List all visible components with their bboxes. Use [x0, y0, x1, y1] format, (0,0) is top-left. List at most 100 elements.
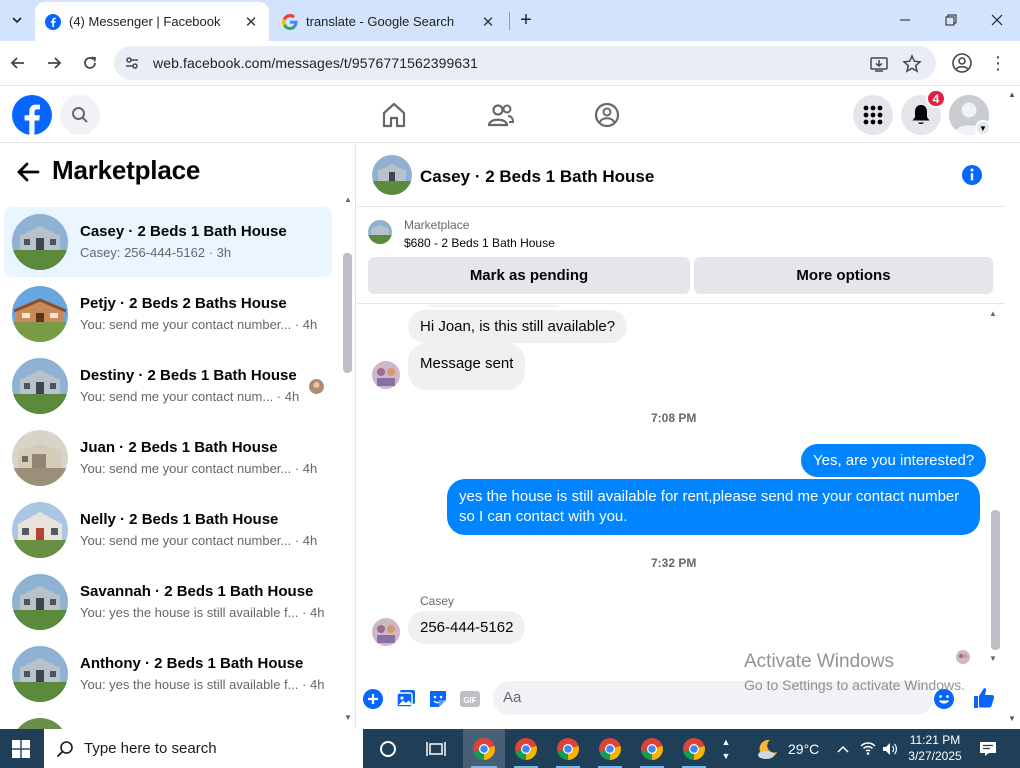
marketplace-conversations-panel: Marketplace Casey · 2 Beds 1 Bath House … [0, 143, 356, 729]
taskbar-search-box[interactable]: Type here to search [44, 729, 363, 768]
conversation-item[interactable]: Anthony · 2 Beds 1 Bath House You: yes t… [4, 639, 332, 709]
photo-gallery-icon[interactable] [395, 688, 417, 710]
sender-name: Casey [420, 594, 455, 608]
conversation-item[interactable]: Petjy · 2 Beds 2 Baths House You: send m… [4, 279, 332, 349]
network-icon[interactable] [858, 729, 878, 768]
conversation-item[interactable]: Nelly · 2 Beds 1 Bath House You: send me… [4, 495, 332, 565]
back-icon[interactable] [6, 51, 30, 75]
conversation-preview: Casey: 256-444-5162 · 3h [80, 245, 232, 260]
minimize-icon[interactable] [882, 0, 928, 40]
conversation-name: Nelly · 2 Beds 1 Bath House [80, 511, 279, 528]
notification-badge: 4 [926, 89, 946, 108]
gif-icon[interactable]: GIF [459, 688, 481, 710]
info-icon[interactable] [961, 164, 983, 186]
sticker-icon[interactable] [427, 688, 449, 710]
browser-menu-icon[interactable]: ⋮ [986, 51, 1010, 75]
page-scroll-down-icon[interactable]: ▼ [1008, 714, 1016, 723]
browser-profile-icon[interactable] [951, 52, 973, 74]
conversation-preview: You: send me your contact number... · 4h [80, 533, 318, 548]
chrome-taskbar-icon[interactable] [674, 729, 714, 768]
taskbar-overflow-chevrons-icon[interactable]: ▲ ▼ [718, 729, 734, 768]
groups-icon[interactable] [593, 101, 621, 129]
scroll-down-arrow-icon[interactable]: ▼ [344, 713, 352, 722]
cortana-icon[interactable] [368, 729, 408, 768]
message-composer: GIF [357, 680, 1005, 720]
close-tab-icon[interactable]: ✕ [241, 12, 261, 32]
more-options-button[interactable]: More options [694, 257, 993, 294]
address-bar[interactable]: web.facebook.com/messages/t/957677156239… [114, 46, 936, 80]
conversation-name: Casey · 2 Beds 1 Bath House [80, 223, 287, 240]
message-text-field[interactable] [503, 689, 903, 706]
windows-logo-icon [12, 739, 30, 758]
chrome-taskbar-icon[interactable] [548, 729, 588, 768]
house-thumbnail [12, 646, 68, 702]
tab-google-search[interactable]: translate - Google Search ✕ [272, 2, 506, 41]
search-icon [56, 741, 73, 758]
conversation-name: Petjy · 2 Beds 2 Baths House [80, 295, 287, 312]
close-tab-icon[interactable]: ✕ [478, 12, 498, 32]
menu-grid-button[interactable] [853, 95, 893, 135]
action-center-icon[interactable] [976, 729, 1000, 768]
outgoing-message: yes the house is still available for ren… [447, 479, 980, 535]
incoming-message: Hi Joan, is this still available? [408, 310, 628, 343]
chat-avatar[interactable] [372, 155, 412, 195]
search-icon [72, 107, 88, 123]
taskbar-search-placeholder: Type here to search [84, 740, 217, 757]
conversation-item[interactable]: Savannah · 2 Beds 1 Bath House You: yes … [4, 567, 332, 637]
conversation-item[interactable]: Juan · 2 Beds 1 Bath House You: send me … [4, 423, 332, 493]
reload-icon[interactable] [78, 51, 102, 75]
chrome-taskbar-icon[interactable] [590, 729, 630, 768]
grid-icon [863, 105, 883, 125]
tab-messenger[interactable]: (4) Messenger | Facebook ✕ [35, 2, 269, 41]
message-scrollbar-thumb[interactable] [991, 510, 1000, 650]
chrome-taskbar-icon[interactable] [632, 729, 672, 768]
volume-icon[interactable] [880, 729, 900, 768]
restore-icon[interactable] [928, 0, 974, 40]
outgoing-message: Yes, are you interested? [801, 444, 987, 477]
close-window-icon[interactable] [974, 0, 1020, 40]
clock-date: 3/27/2025 [908, 749, 962, 763]
forward-icon[interactable] [42, 51, 66, 75]
chrome-taskbar-icon[interactable] [463, 729, 505, 768]
conversation-item[interactable]: Destiny · 2 Beds 1 Bath House You: send … [4, 351, 332, 421]
sender-avatar[interactable] [372, 361, 400, 389]
back-arrow-icon[interactable] [14, 158, 42, 186]
tab-separator [509, 12, 510, 30]
timestamp: 7:32 PM [651, 556, 697, 570]
partial-message-bubble [417, 305, 569, 307]
sender-avatar[interactable] [372, 618, 400, 646]
listing-thumbnail[interactable] [368, 220, 392, 244]
site-info-icon[interactable] [124, 55, 140, 71]
scroll-up-arrow-icon[interactable]: ▲ [989, 309, 997, 318]
facebook-search-button[interactable] [60, 95, 100, 135]
windows-start-button[interactable] [0, 729, 42, 768]
weather-widget[interactable]: 29°C [756, 729, 819, 768]
listing-price-title[interactable]: $680 - 2 Beds 1 Bath House [404, 236, 555, 250]
home-icon[interactable] [380, 101, 408, 129]
house-thumbnail [12, 286, 68, 342]
windows-taskbar: Type here to search ▲ ▼ 29°C 11:21 PM 3/… [0, 729, 1020, 768]
left-scrollbar-thumb[interactable] [343, 253, 352, 373]
scroll-up-arrow-icon[interactable]: ▲ [344, 195, 352, 204]
moon-cloud-icon [758, 739, 777, 759]
friends-icon[interactable] [487, 101, 515, 129]
scroll-down-arrow-icon[interactable]: ▼ [989, 654, 997, 663]
page-scroll-up-icon[interactable]: ▲ [1008, 90, 1016, 99]
thumbs-up-icon[interactable] [972, 686, 996, 710]
new-tab-icon[interactable]: + [514, 8, 538, 32]
mark-as-pending-button[interactable]: Mark as pending [368, 257, 690, 294]
system-clock[interactable]: 11:21 PM 3/27/2025 [902, 732, 968, 764]
chat-title[interactable]: Casey · 2 Beds 1 Bath House [420, 167, 654, 187]
show-hidden-icons-icon[interactable] [834, 729, 852, 768]
tab-search-icon[interactable] [5, 8, 29, 32]
plus-circle-icon[interactable] [362, 688, 384, 710]
task-view-icon[interactable] [416, 729, 456, 768]
message-input[interactable] [493, 681, 933, 715]
chrome-taskbar-icon[interactable] [506, 729, 546, 768]
chevron-down-icon[interactable]: ▼ [975, 120, 991, 136]
conversation-item[interactable]: Casey · 2 Beds 1 Bath House Casey: 256-4… [4, 207, 332, 277]
facebook-logo[interactable] [12, 95, 52, 135]
emoji-icon[interactable] [933, 688, 955, 710]
install-app-icon[interactable] [869, 54, 889, 74]
bookmark-star-icon[interactable] [902, 54, 922, 74]
